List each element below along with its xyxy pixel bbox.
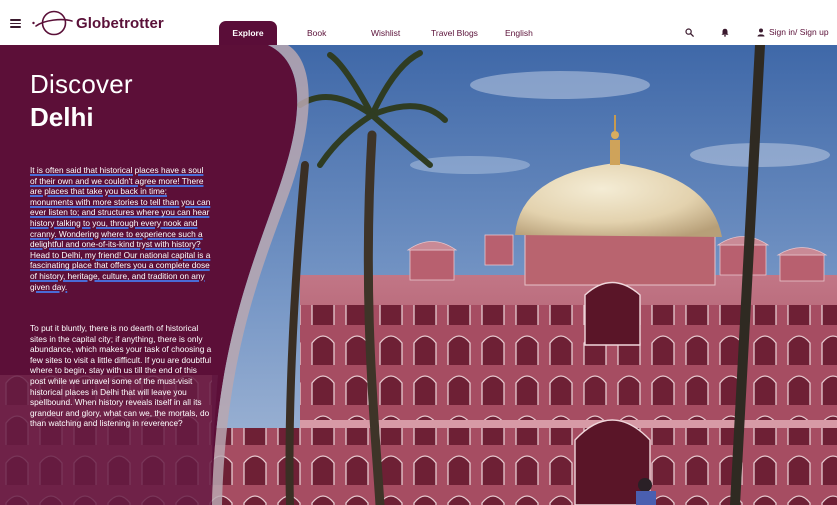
tab-wishlist[interactable]: Wishlist — [371, 21, 400, 45]
tab-book-label: Book — [307, 28, 327, 38]
user-icon[interactable] — [757, 28, 765, 37]
brand-name[interactable]: Globetrotter — [76, 15, 164, 32]
bell-icon[interactable] — [721, 28, 729, 37]
hero-section: Discover Delhi It is often said that his… — [0, 45, 837, 505]
tab-explore-label: Explore — [232, 28, 264, 38]
hero-title-line1: Discover — [30, 69, 133, 99]
hero-title: Discover Delhi — [30, 69, 133, 133]
language-label: English — [505, 28, 533, 38]
top-header: Globetrotter Explore Book Wishlist Trave… — [0, 0, 837, 45]
tab-explore[interactable]: Explore — [219, 21, 277, 45]
sign-in-link[interactable]: Sign in/ Sign up — [769, 27, 829, 37]
language-selector[interactable]: English — [505, 21, 533, 45]
tab-travel-blogs-label: Travel Blogs — [431, 28, 478, 38]
intro-paragraph: It is often said that historical places … — [30, 165, 212, 292]
menu-icon[interactable] — [10, 19, 21, 28]
tab-travel-blogs[interactable]: Travel Blogs — [431, 21, 478, 45]
tab-book[interactable]: Book — [307, 21, 326, 45]
body-paragraph: To put it bluntly, there is no dearth of… — [30, 323, 212, 429]
sign-in-label: Sign in/ Sign up — [769, 27, 829, 37]
tab-wishlist-label: Wishlist — [371, 28, 401, 38]
search-icon[interactable] — [685, 28, 694, 37]
intro-paragraph-text: It is often said that historical places … — [30, 165, 211, 292]
hero-title-line2: Delhi — [30, 102, 94, 132]
globe-logo-icon — [32, 10, 73, 36]
